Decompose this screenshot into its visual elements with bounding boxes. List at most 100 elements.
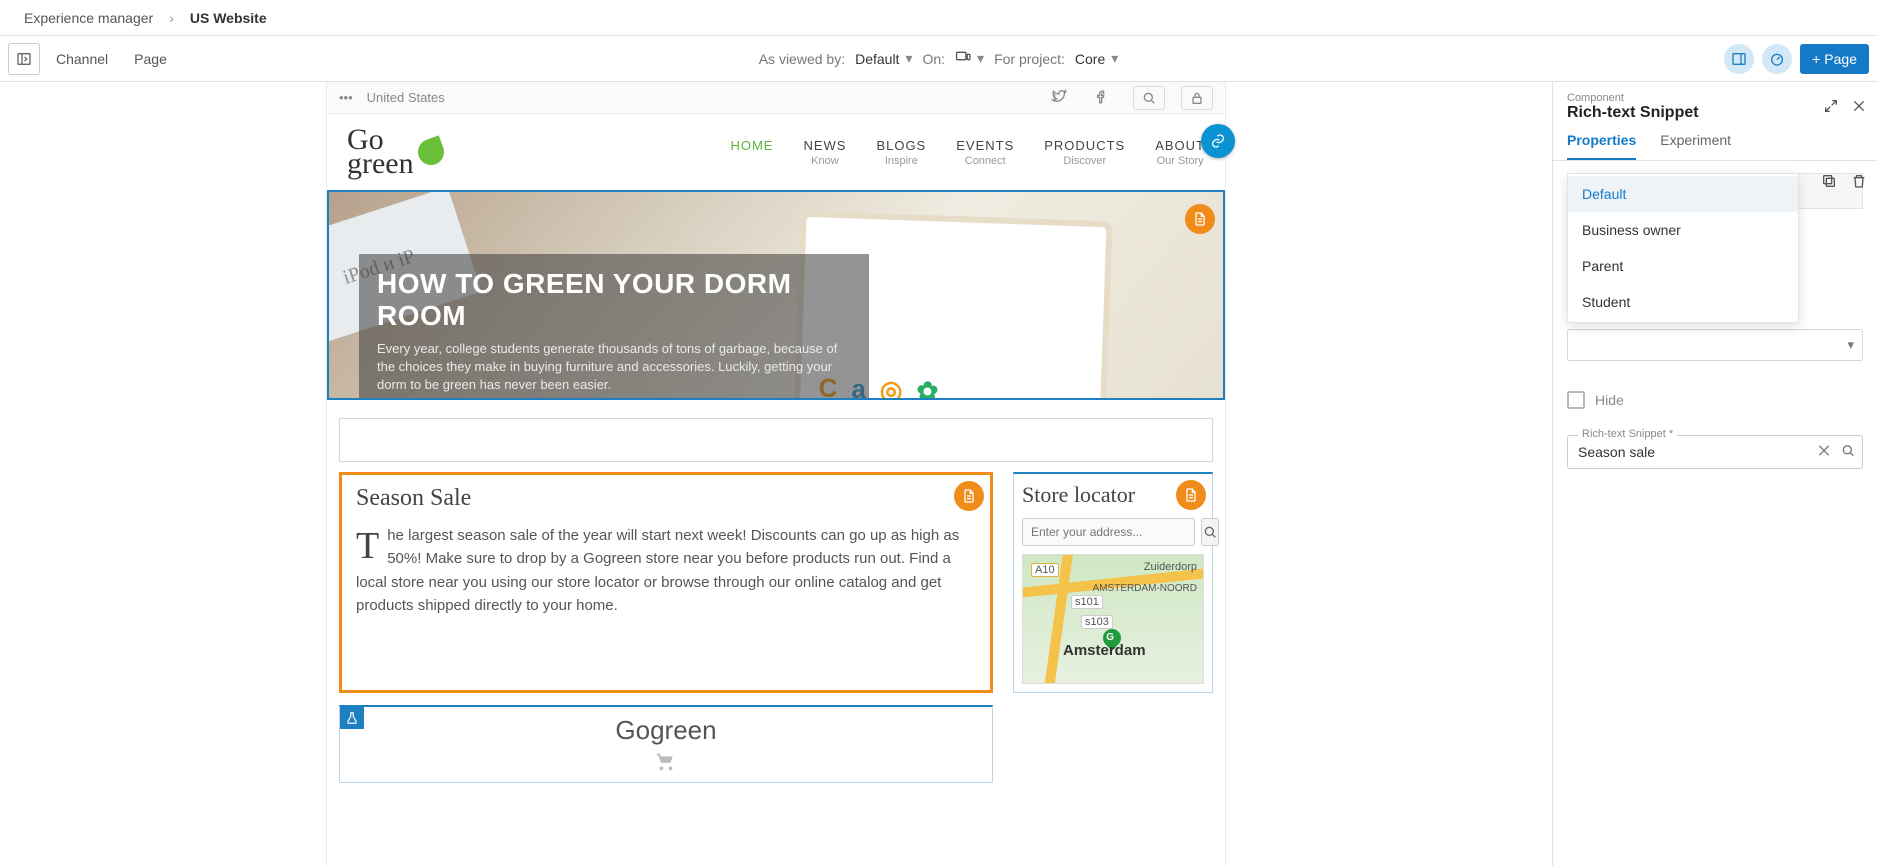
nav-news[interactable]: NEWS Know — [803, 138, 846, 167]
panel-eyebrow: Component — [1567, 92, 1863, 104]
viewed-by-label: As viewed by: — [759, 51, 845, 67]
nav-label: EVENTS — [956, 138, 1014, 153]
season-heading: Season Sale — [356, 485, 976, 512]
viewed-by-value[interactable]: Default — [855, 51, 899, 67]
variant-option-business-owner[interactable]: Business owner — [1568, 212, 1798, 248]
variant-dropdown: Default Business owner Parent Student — [1567, 173, 1799, 323]
panel-expand-icon[interactable] — [1823, 98, 1839, 119]
gogreen-title: Gogreen — [340, 715, 992, 746]
project-caret-icon[interactable]: ▾ — [1111, 50, 1118, 67]
preview-canvas: ➜ ••• United States — [0, 82, 1552, 866]
nav-sub: Connect — [956, 155, 1014, 167]
locator-search-button[interactable] — [1201, 518, 1219, 546]
site-logo[interactable]: Go green — [347, 125, 444, 179]
empty-dropzone[interactable] — [339, 418, 1213, 462]
panel-close-icon[interactable] — [1851, 98, 1867, 119]
map-badge-s103: s103 — [1081, 615, 1113, 629]
topbar-search-icon[interactable] — [1133, 86, 1165, 110]
hero-body: Every year, college students generate th… — [377, 340, 851, 395]
site-topbar: ••• United States — [327, 82, 1225, 114]
nav-events[interactable]: EVENTS Connect — [956, 138, 1014, 167]
locator-content-icon[interactable] — [1176, 480, 1206, 510]
season-text: he largest season sale of the year will … — [356, 527, 959, 614]
hero-content-icon[interactable] — [1185, 204, 1215, 234]
nav-sub: Inspire — [876, 155, 926, 167]
topbar-lock-icon[interactable] — [1181, 86, 1213, 110]
panel-title: Rich-text Snippet — [1567, 104, 1863, 122]
nav-label: HOME — [730, 138, 773, 153]
link-fab-icon[interactable] — [1201, 124, 1235, 158]
hero-title: HOW TO GREEN YOUR DORM ROOM — [377, 268, 851, 332]
season-content-icon[interactable] — [954, 481, 984, 511]
map-label-zuid: Zuiderdorp — [1144, 561, 1197, 573]
variant-copy-icon[interactable] — [1821, 173, 1837, 194]
page-menu[interactable]: Page — [124, 45, 177, 73]
project-value[interactable]: Core — [1075, 51, 1105, 67]
store-locator-component[interactable]: Store locator A10 Zuiderdorp AMSTERDAM-N… — [1013, 472, 1213, 693]
variant-option-parent[interactable]: Parent — [1568, 248, 1798, 284]
map-badge-a10: A10 — [1031, 563, 1059, 577]
device-caret-icon[interactable]: ▾ — [977, 50, 984, 67]
nav-products[interactable]: PRODUCTS Discover — [1044, 138, 1125, 167]
chevron-down-icon: ▾ — [1847, 337, 1854, 353]
tab-experiment[interactable]: Experiment — [1660, 132, 1731, 160]
project-label: For project: — [994, 51, 1065, 67]
facebook-icon[interactable] — [1085, 88, 1117, 107]
site-header: Go green HOME NEWS Know BLOGS Inspire EVEN… — [327, 114, 1225, 190]
nav-sub: Know — [803, 155, 846, 167]
map-label-noord: AMSTERDAM-NOORD — [1093, 583, 1197, 594]
cart-icon — [340, 750, 992, 778]
on-label: On: — [922, 51, 945, 67]
season-sale-component[interactable]: Season Sale The largest season sale of t… — [339, 472, 993, 693]
snippet-search-icon[interactable] — [1840, 443, 1856, 462]
breadcrumb: Experience manager › US Website — [0, 0, 1877, 36]
topbar-menu-icon[interactable]: ••• — [339, 90, 353, 105]
nav-sub: Discover — [1044, 155, 1125, 167]
collapsed-select[interactable]: ▾ — [1567, 329, 1863, 361]
nav-label: NEWS — [803, 138, 846, 153]
plus-icon: + — [1812, 51, 1820, 67]
snippet-clear-icon[interactable] — [1816, 443, 1832, 462]
gogreen-component[interactable]: Gogreen — [339, 705, 993, 783]
hide-checkbox[interactable] — [1567, 391, 1585, 409]
site-preview: ••• United States — [326, 82, 1226, 866]
snippet-field: Rich-text Snippet * — [1567, 435, 1863, 469]
nav-blogs[interactable]: BLOGS Inspire — [876, 138, 926, 167]
locator-address-input[interactable] — [1022, 518, 1195, 546]
toggle-sidebar-icon[interactable] — [8, 43, 40, 75]
locator-map[interactable]: A10 Zuiderdorp AMSTERDAM-NOORD s101 s103… — [1022, 554, 1204, 684]
nav-home[interactable]: HOME — [730, 138, 773, 155]
map-city-label: Amsterdam — [1063, 642, 1146, 659]
add-page-button[interactable]: + Page — [1800, 44, 1869, 74]
nav-label: PRODUCTS — [1044, 138, 1125, 153]
site-nav: HOME NEWS Know BLOGS Inspire EVENTS Connect… — [730, 138, 1205, 167]
variant-option-default[interactable]: Default — [1568, 176, 1798, 212]
experiment-badge-icon — [340, 707, 364, 729]
hide-label: Hide — [1595, 392, 1624, 408]
panel-tabs: Properties Experiment — [1553, 122, 1877, 161]
device-icon[interactable] — [955, 49, 971, 68]
topbar-country[interactable]: United States — [367, 90, 445, 105]
breadcrumb-current[interactable]: US Website — [190, 10, 267, 26]
variant-delete-icon[interactable] — [1851, 173, 1867, 194]
add-page-label: Page — [1824, 51, 1857, 67]
viewed-by-caret-icon[interactable]: ▾ — [905, 50, 912, 67]
hide-row[interactable]: Hide — [1567, 391, 1863, 409]
variant-option-student[interactable]: Student — [1568, 284, 1798, 320]
components-panel-icon[interactable] — [1724, 44, 1754, 74]
channel-menu[interactable]: Channel — [46, 45, 118, 73]
breadcrumb-root[interactable]: Experience manager — [24, 10, 153, 26]
hero-banner[interactable]: iPod и iP Ca◎✿ HOW TO GREEN YOUR DORM RO… — [327, 190, 1225, 400]
season-dropcap: T — [356, 524, 387, 562]
tab-properties[interactable]: Properties — [1567, 132, 1636, 160]
twitter-icon[interactable] — [1043, 88, 1075, 107]
properties-panel: Component Rich-text Snippet Properties E… — [1552, 82, 1877, 866]
nav-about[interactable]: ABOUTOur Story — [1155, 138, 1205, 167]
map-badge-s101: s101 — [1071, 595, 1103, 609]
snippet-input[interactable] — [1578, 444, 1806, 460]
logo-line2: green — [347, 149, 414, 179]
snippet-field-label: Rich-text Snippet * — [1578, 428, 1677, 440]
nav-sub: Our Story — [1155, 155, 1205, 167]
nav-label: BLOGS — [876, 138, 926, 153]
preview-metrics-icon[interactable] — [1762, 44, 1792, 74]
